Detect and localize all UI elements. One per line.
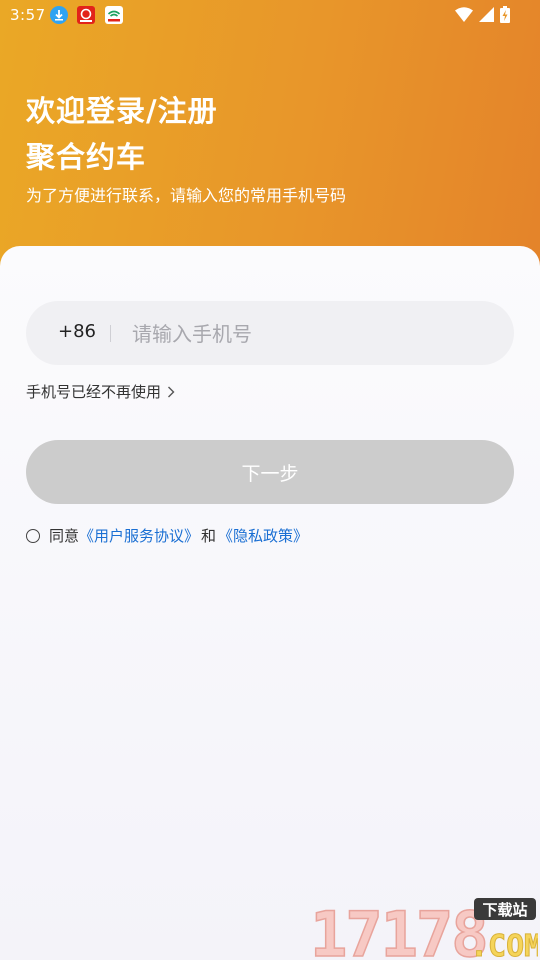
battery-icon — [500, 6, 510, 23]
watermark-badge: 下载站 — [482, 901, 527, 919]
download-notification-icon — [50, 6, 68, 24]
next-step-button[interactable]: 下一步 — [26, 440, 514, 504]
status-time: 3:57 — [10, 6, 46, 24]
phone-input-container: +86 — [26, 301, 514, 365]
agreement-radio[interactable] — [26, 528, 40, 543]
watermark-suffix: .COM — [470, 929, 538, 960]
app-notification-icon — [77, 6, 95, 24]
phone-no-longer-used-label: 手机号已经不再使用 — [26, 383, 162, 401]
input-divider — [110, 325, 111, 342]
user-service-agreement-link[interactable]: 《用户服务协议》 — [79, 525, 199, 546]
phone-number-input[interactable] — [130, 313, 494, 355]
wifi-icon — [455, 7, 473, 22]
page-title-line2: 聚合约车 — [26, 140, 147, 174]
wifi-app-notification-icon — [105, 6, 123, 24]
country-code-selector[interactable]: +86 — [58, 321, 96, 342]
privacy-policy-link[interactable]: 《隐私政策》 — [218, 525, 308, 546]
phone-no-longer-used-link[interactable]: 手机号已经不再使用 — [26, 381, 175, 402]
page-subtitle: 为了方便进行联系，请输入您的常用手机号码 — [26, 186, 347, 205]
page-title-line1: 欢迎登录/注册 — [26, 94, 218, 128]
agreement-and: 和 — [201, 527, 217, 545]
agreement-prefix: 同意 — [49, 527, 80, 545]
watermark-logo: 17178 下载站 .COM — [310, 897, 538, 960]
signal-icon — [479, 7, 494, 22]
status-bar: 3:57 — [0, 0, 540, 32]
chevron-right-icon — [168, 386, 175, 397]
system-status-icons — [455, 6, 510, 23]
watermark-number: 17178 — [310, 898, 487, 960]
agreement-row: 同意 《用户服务协议》 和 《隐私政策》 — [26, 525, 308, 546]
